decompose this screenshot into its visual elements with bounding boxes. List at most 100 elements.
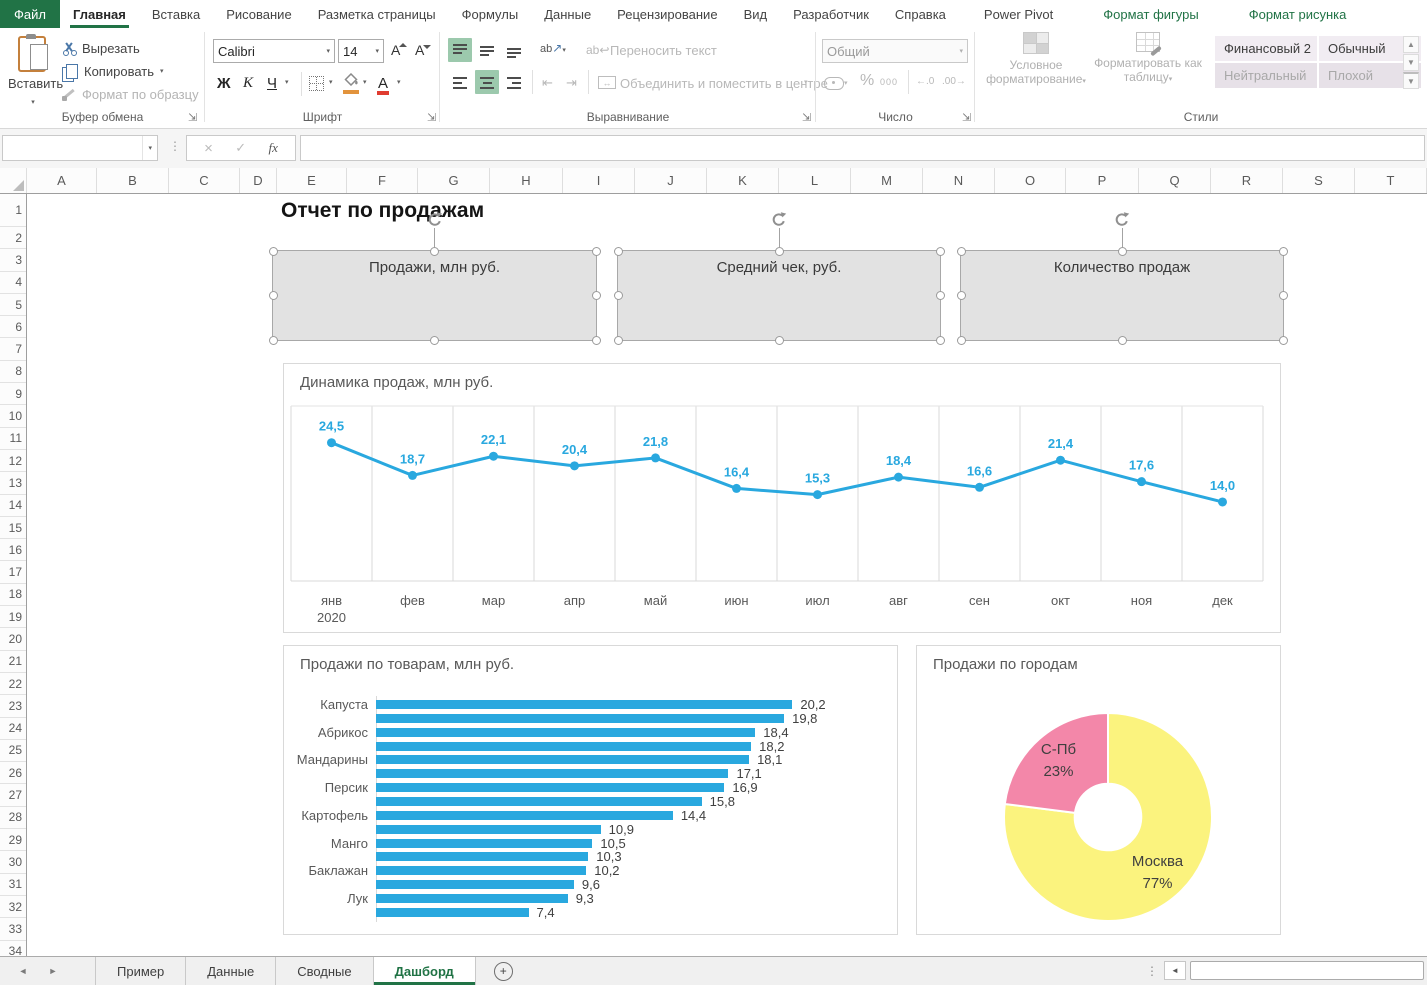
column-header-S[interactable]: S [1283, 168, 1355, 193]
align-middle-button[interactable] [475, 38, 499, 62]
column-header-T[interactable]: T [1355, 168, 1427, 193]
selection-handle[interactable] [613, 291, 623, 300]
column-header-L[interactable]: L [779, 168, 851, 193]
bar-16[interactable] [376, 907, 529, 917]
decrease-decimal-button[interactable]: .00→ [942, 76, 966, 87]
row-header-2[interactable]: 2 [0, 227, 26, 250]
increase-indent-button[interactable]: ⇥ [566, 75, 577, 91]
bar-14[interactable] [376, 880, 574, 890]
copy-dropdown-icon[interactable] [160, 67, 164, 75]
gallery-more-icon[interactable]: ▼ [1403, 72, 1419, 89]
bar-2[interactable] [376, 713, 785, 723]
accounting-dropdown-icon[interactable] [844, 79, 848, 87]
row-header-8[interactable]: 8 [0, 361, 26, 384]
fill-color-button[interactable] [343, 70, 359, 94]
align-top-button[interactable] [448, 38, 472, 62]
selection-handle[interactable] [1117, 335, 1127, 345]
align-left-button[interactable] [448, 70, 472, 94]
column-header-Q[interactable]: Q [1139, 168, 1211, 193]
bar-9[interactable] [376, 810, 673, 820]
ribbon-tab-10[interactable]: Справка [882, 0, 959, 28]
format-painter-button[interactable]: Формат по образцу [62, 84, 199, 104]
bar-10[interactable] [376, 824, 601, 834]
row-header-33[interactable]: 33 [0, 918, 26, 941]
row-header-23[interactable]: 23 [0, 695, 26, 718]
row-header-6[interactable]: 6 [0, 316, 26, 339]
bar-5[interactable] [376, 755, 750, 765]
wrap-text-button[interactable]: Переносить текст [610, 43, 717, 58]
row-header-5[interactable]: 5 [0, 294, 26, 317]
merge-dropdown-icon[interactable] [804, 78, 808, 86]
rotate-handle-icon[interactable] [1113, 211, 1131, 229]
column-header-J[interactable]: J [635, 168, 707, 193]
name-box[interactable] [2, 135, 158, 161]
ribbon-tab-12[interactable]: Формат фигуры [1090, 0, 1211, 28]
column-header-M[interactable]: M [851, 168, 923, 193]
row-header-27[interactable]: 27 [0, 784, 26, 807]
bar-13[interactable] [376, 866, 587, 876]
column-header-B[interactable]: B [97, 168, 169, 193]
kpi-shape-1[interactable]: Продажи, млн руб. [268, 212, 601, 345]
rotate-handle-icon[interactable] [770, 211, 788, 229]
bar-12[interactable] [376, 852, 589, 862]
alignment-dialog-launcher[interactable]: ⇲ [802, 113, 811, 124]
row-header-15[interactable]: 15 [0, 517, 26, 540]
selection-handle[interactable] [1278, 335, 1288, 345]
gallery-down-icon[interactable]: ▼ [1403, 54, 1419, 71]
number-dialog-launcher[interactable]: ⇲ [962, 113, 971, 124]
bar-15[interactable] [376, 893, 568, 903]
column-header-F[interactable]: F [347, 168, 418, 193]
row-header-20[interactable]: 20 [0, 628, 26, 651]
increase-font-button[interactable]: А [391, 42, 408, 58]
font-color-dropdown-icon[interactable] [397, 78, 401, 86]
row-header-30[interactable]: 30 [0, 851, 26, 874]
percent-style-button[interactable]: % [860, 72, 874, 90]
row-header-22[interactable]: 22 [0, 673, 26, 696]
font-dialog-launcher[interactable]: ⇲ [427, 113, 436, 124]
row-header-16[interactable]: 16 [0, 539, 26, 562]
clipboard-dialog-launcher[interactable]: ⇲ [188, 113, 197, 124]
selection-handle[interactable] [1278, 291, 1288, 300]
ribbon-tab-5[interactable]: Формулы [449, 0, 532, 28]
selection-handle[interactable] [613, 246, 623, 256]
row-header-26[interactable]: 26 [0, 762, 26, 785]
font-color-button[interactable]: А [377, 72, 390, 95]
bar-4[interactable] [376, 741, 752, 751]
sheet-tab-2[interactable]: Данные [186, 957, 277, 985]
row-header-17[interactable]: 17 [0, 561, 26, 584]
column-header-A[interactable]: A [27, 168, 97, 193]
formula-input[interactable] [300, 135, 1425, 161]
row-header-34[interactable]: 34 [0, 941, 26, 957]
selection-handle[interactable] [935, 246, 945, 256]
hscroll-left-icon[interactable]: ◄ [1164, 961, 1186, 980]
selection-handle[interactable] [774, 335, 784, 345]
kpi-shape-2[interactable]: Средний чек, руб. [613, 212, 945, 345]
bar-1[interactable] [376, 700, 793, 709]
cut-button[interactable]: Вырезать [62, 38, 140, 58]
merge-center-button[interactable]: Объединить и поместить в центре [620, 76, 828, 91]
rotate-handle-icon[interactable] [426, 211, 444, 229]
row-header-11[interactable]: 11 [0, 428, 26, 450]
paste-dropdown-icon[interactable] [31, 99, 35, 106]
column-header-O[interactable]: O [995, 168, 1066, 193]
selection-handle[interactable] [591, 291, 601, 300]
row-header-12[interactable]: 12 [0, 450, 26, 473]
row-header-13[interactable]: 13 [0, 472, 26, 495]
row-header-9[interactable]: 9 [0, 383, 26, 406]
column-header-H[interactable]: H [490, 168, 563, 193]
borders-dropdown-icon[interactable] [329, 78, 333, 86]
ribbon-tab-13[interactable]: Формат рисунка [1236, 0, 1360, 28]
row-header-3[interactable]: 3 [0, 249, 26, 272]
accounting-format-icon[interactable] [824, 77, 844, 90]
selection-handle[interactable] [430, 335, 439, 345]
row-header-4[interactable]: 4 [0, 272, 26, 294]
row-header-29[interactable]: 29 [0, 829, 26, 852]
column-header-P[interactable]: P [1066, 168, 1139, 193]
row-header-28[interactable]: 28 [0, 807, 26, 830]
selection-handle[interactable] [774, 246, 784, 256]
font-size-combo[interactable]: 14 [338, 39, 384, 63]
bar-7[interactable] [376, 783, 725, 793]
selection-handle[interactable] [956, 291, 966, 300]
gallery-up-icon[interactable]: ▲ [1403, 36, 1419, 53]
insert-function-icon[interactable]: fx [268, 140, 277, 156]
